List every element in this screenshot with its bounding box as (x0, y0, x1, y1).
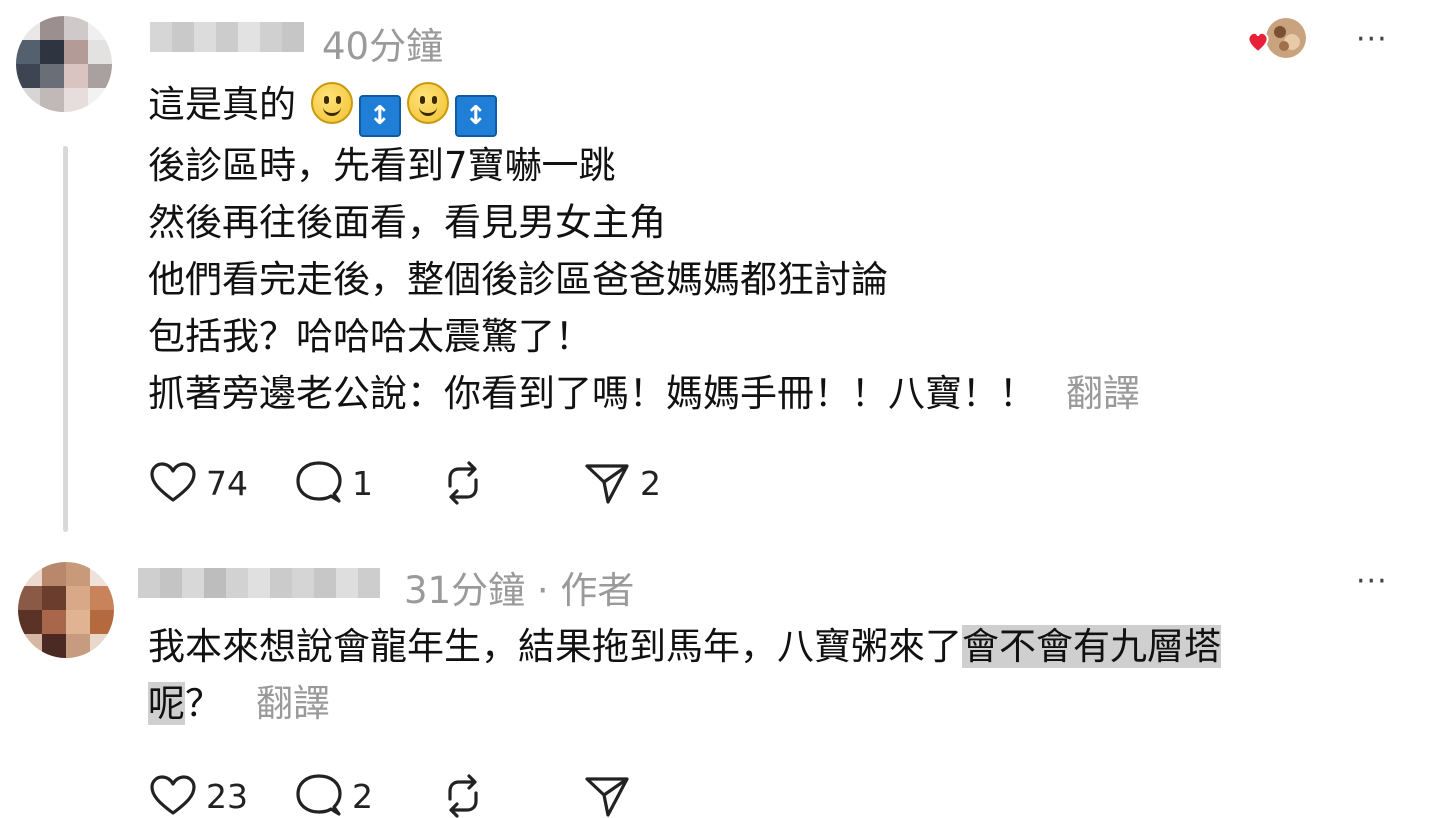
action-bar: 23 2 (148, 772, 678, 818)
post-time-author: 31分鐘 · 作者 (404, 569, 635, 612)
body-line: 這是真的 (148, 83, 296, 126)
body-line: 抓著旁邊老公說：你看到了嗎！媽媽手冊！！八寶！！ (148, 372, 1036, 415)
like-count: 74 (206, 463, 248, 503)
body-line: 然後再往後面看，看見男女主角 (148, 201, 666, 244)
repost-button[interactable] (438, 458, 536, 508)
share-button[interactable]: 2 (582, 458, 680, 508)
thread-line (63, 146, 68, 532)
avatar[interactable] (16, 16, 112, 112)
share-button[interactable] (582, 771, 632, 818)
share-count: 2 (640, 463, 661, 503)
translate-link[interactable]: 翻譯 (256, 682, 330, 725)
repost-button[interactable] (438, 771, 536, 818)
like-button[interactable]: 23 (148, 771, 248, 818)
translate-link[interactable]: 翻譯 (1066, 372, 1140, 415)
smiley-emoji-icon (406, 82, 449, 124)
body-line: 後診區時，先看到7寶嚇一跳 (148, 144, 616, 187)
reply-count: 2 (352, 776, 373, 816)
repost-arrows-icon (448, 461, 478, 505)
comment-body: 這是真的 ↕ ↕ 後診區時，先看到7寶嚇一跳 然後再往後面看，看見男女主角 他們看… (148, 76, 1140, 422)
smiley-emoji-icon (310, 82, 353, 124)
body-line: 包括我？哈哈哈太震驚了！ (148, 315, 592, 358)
more-options-button[interactable]: ··· (1356, 564, 1388, 599)
speech-bubble-icon (296, 461, 342, 503)
avatar[interactable] (18, 562, 114, 658)
selected-text: 會不會有九層塔 (962, 625, 1221, 668)
send-plane-icon (585, 464, 629, 504)
repost-arrows-icon (448, 774, 478, 818)
reply-button[interactable]: 2 (294, 771, 392, 818)
heart-outline-icon (150, 462, 196, 502)
like-button[interactable]: 74 (148, 458, 248, 508)
up-down-arrow-emoji-icon: ↕ (358, 95, 401, 137)
action-bar: 74 1 2 (148, 459, 726, 507)
username-blurred[interactable] (150, 22, 304, 52)
username-blurred[interactable] (138, 568, 380, 598)
body-line: 他們看完走後，整個後診區爸爸媽媽都狂討論 (148, 258, 888, 301)
up-down-arrow-emoji-icon: ↕ (454, 95, 497, 137)
reply-button[interactable]: 1 (294, 458, 392, 508)
selected-text: 呢 (148, 682, 185, 725)
comment-body: 我本來想說會龍年生，結果拖到馬年，八寶粥來了會不會有九層塔 呢？ 翻譯 (148, 618, 1221, 732)
heart-avatar-badge-icon (1247, 18, 1306, 58)
more-options-button[interactable]: ··· (1356, 22, 1388, 57)
reply-count: 1 (352, 463, 373, 503)
comment-post-1: 40分鐘 ··· 這是真的 ↕ ↕ 後診區時，先看到7寶嚇一跳 然後再往後面看，看… (0, 0, 1449, 540)
comment-post-2: 31分鐘 · 作者 ··· 我本來想說會龍年生，結果拖到馬年，八寶粥來了會不會有… (0, 540, 1449, 818)
like-count: 23 (206, 776, 248, 816)
body-text: ？ (185, 682, 222, 725)
heart-outline-icon (150, 775, 196, 815)
body-text: 我本來想說會龍年生，結果拖到馬年，八寶粥來了 (148, 625, 962, 668)
send-plane-icon (585, 777, 629, 817)
speech-bubble-icon (296, 774, 342, 816)
post-time: 40分鐘 (322, 25, 444, 68)
